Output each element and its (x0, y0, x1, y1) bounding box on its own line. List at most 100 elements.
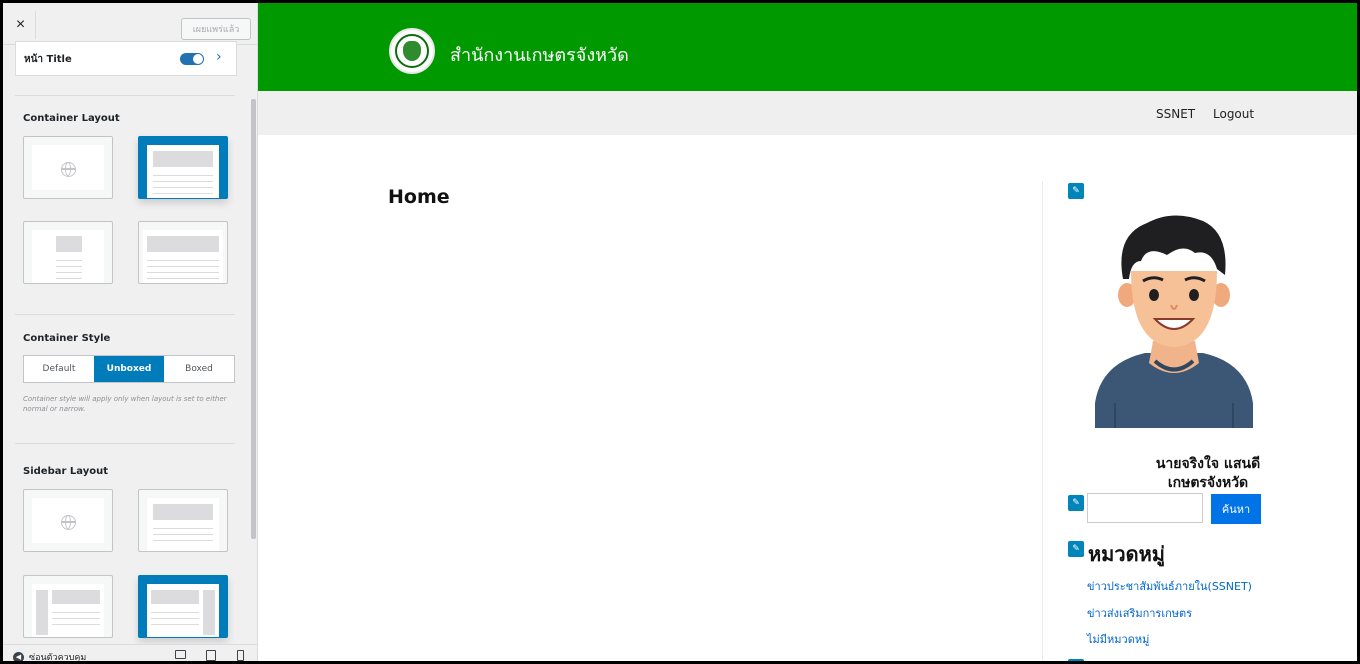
tile-sidebar-bar (203, 590, 215, 635)
customizer-panel: × เผยแพร่แล้ว หน้า Title › Container Lay… (3, 3, 258, 663)
tile-line (147, 272, 219, 273)
category-link[interactable]: ข่าวส่งเสริมการเกษตร (1087, 604, 1192, 622)
search-button[interactable]: ค้นหา (1211, 494, 1261, 524)
customizer-header: × เผยแพร่แล้ว (3, 3, 257, 45)
container-layout-title: Container Layout (23, 113, 120, 124)
edit-widget-icon[interactable]: ✎ (1068, 495, 1084, 511)
tile-line (151, 618, 199, 619)
desktop-preview-icon[interactable] (175, 650, 186, 659)
categories-heading: หมวดหมู่ (1088, 542, 1165, 566)
avatar-right-eye (1189, 289, 1199, 301)
hide-controls-button[interactable]: ◀ ซ่อนตัวควบคุม (13, 650, 87, 663)
tile-line (56, 266, 82, 267)
tile-line (147, 260, 219, 261)
section-divider (15, 443, 235, 444)
tile-bar (151, 590, 199, 604)
container-style-help: Container style will apply only when lay… (23, 395, 227, 413)
tile-preview (32, 498, 104, 543)
logo-emblem (403, 41, 421, 61)
site-header: สำนักงานเกษตรจังหวัด (258, 3, 1357, 91)
globe-icon (61, 162, 76, 177)
tile-line (153, 528, 213, 529)
tile-preview (147, 145, 219, 198)
page-title-label: หน้า Title (24, 54, 72, 65)
tile-line (56, 272, 82, 273)
category-link[interactable]: ไม่มีหมวดหมู่ (1087, 630, 1149, 648)
container-style-buttons: Default Unboxed Boxed (23, 355, 235, 383)
nav-link-ssnet[interactable]: SSNET (1156, 107, 1195, 121)
tile-line (153, 540, 213, 541)
avatar-left-eye (1149, 289, 1159, 301)
tile-line (153, 181, 213, 182)
tile-bar (52, 590, 100, 604)
section-divider (15, 314, 235, 315)
page-title-toggle[interactable] (180, 53, 204, 65)
edit-widget-icon[interactable]: ✎ (1068, 541, 1084, 557)
edit-widget-icon[interactable]: ✎ (1068, 183, 1084, 199)
sidebar-layout-default-tile[interactable] (23, 489, 113, 552)
site-preview: สำนักงานเกษตรจังหวัด SSNET Logout Home ✎ (258, 3, 1357, 661)
tile-bar (153, 504, 213, 520)
nav-link-logout[interactable]: Logout (1213, 107, 1254, 121)
tile-line (52, 612, 100, 613)
tile-line (56, 260, 82, 261)
container-style-title: Container Style (23, 333, 111, 344)
tile-preview (32, 145, 104, 190)
tile-preview (147, 498, 219, 551)
tile-line (153, 193, 213, 194)
tile-preview (147, 584, 219, 637)
tablet-preview-icon[interactable] (206, 650, 216, 661)
edit-widget-icon[interactable]: ✎ (1068, 659, 1084, 661)
tile-preview (32, 230, 104, 283)
sidebar-layout-none-tile[interactable] (138, 489, 228, 552)
sidebar-layout-title: Sidebar Layout (23, 466, 108, 477)
hide-controls-label: ซ่อนตัวควบคุม (29, 653, 87, 663)
tile-sidebar-bar (36, 590, 48, 635)
globe-icon (61, 515, 76, 530)
tile-line (153, 187, 213, 188)
container-layout-default-tile[interactable] (23, 136, 113, 199)
tile-bar (147, 236, 219, 252)
container-layout-normal-tile[interactable] (138, 136, 228, 199)
tile-line (56, 278, 82, 279)
page-title: Home (388, 186, 450, 208)
publish-button[interactable]: เผยแพร่แล้ว (181, 18, 251, 40)
container-layout-narrow-tile[interactable] (23, 221, 113, 284)
chevron-right-icon[interactable]: › (216, 49, 222, 65)
tile-line (153, 175, 213, 176)
style-default-button[interactable]: Default (24, 356, 94, 382)
toggle-knob (193, 54, 203, 64)
close-customizer-button[interactable]: × (6, 11, 36, 39)
tile-line (151, 624, 199, 625)
mobile-preview-icon[interactable] (237, 650, 244, 661)
style-boxed-button[interactable]: Boxed (164, 356, 234, 382)
tile-preview (143, 230, 223, 283)
tile-line (153, 534, 213, 535)
top-navigation: SSNET Logout (258, 91, 1357, 135)
container-layout-full-tile[interactable] (138, 221, 228, 284)
category-link[interactable]: ข่าวประชาสัมพันธ์ภายใน(SSNET) (1087, 577, 1252, 595)
tile-line (147, 278, 219, 279)
site-name[interactable]: สำนักงานเกษตรจังหวัด (450, 40, 629, 69)
tile-line (52, 624, 100, 625)
customizer-footer: ◀ ซ่อนตัวควบคุม (3, 644, 257, 663)
panel-scrollbar[interactable] (251, 99, 256, 539)
author-avatar (1095, 215, 1253, 428)
search-input[interactable] (1087, 493, 1203, 523)
tile-line (52, 618, 100, 619)
site-logo[interactable] (389, 28, 435, 74)
author-role: เกษตรจังหวัด (1167, 475, 1249, 491)
sidebar-layout-left-tile[interactable] (23, 575, 113, 638)
style-unboxed-button[interactable]: Unboxed (94, 356, 164, 382)
sidebar-divider (1042, 181, 1043, 661)
page-title-setting[interactable]: หน้า Title › (15, 41, 237, 76)
browser-frame: × เผยแพร่แล้ว หน้า Title › Container Lay… (0, 0, 1360, 664)
sidebar-layout-right-tile[interactable] (138, 575, 228, 638)
tile-bar (56, 236, 82, 252)
collapse-icon: ◀ (13, 652, 24, 661)
avatar-hair (1121, 215, 1226, 279)
tile-preview (32, 584, 104, 637)
tile-line (151, 612, 199, 613)
tile-line (147, 266, 219, 267)
tile-bar (153, 151, 213, 167)
